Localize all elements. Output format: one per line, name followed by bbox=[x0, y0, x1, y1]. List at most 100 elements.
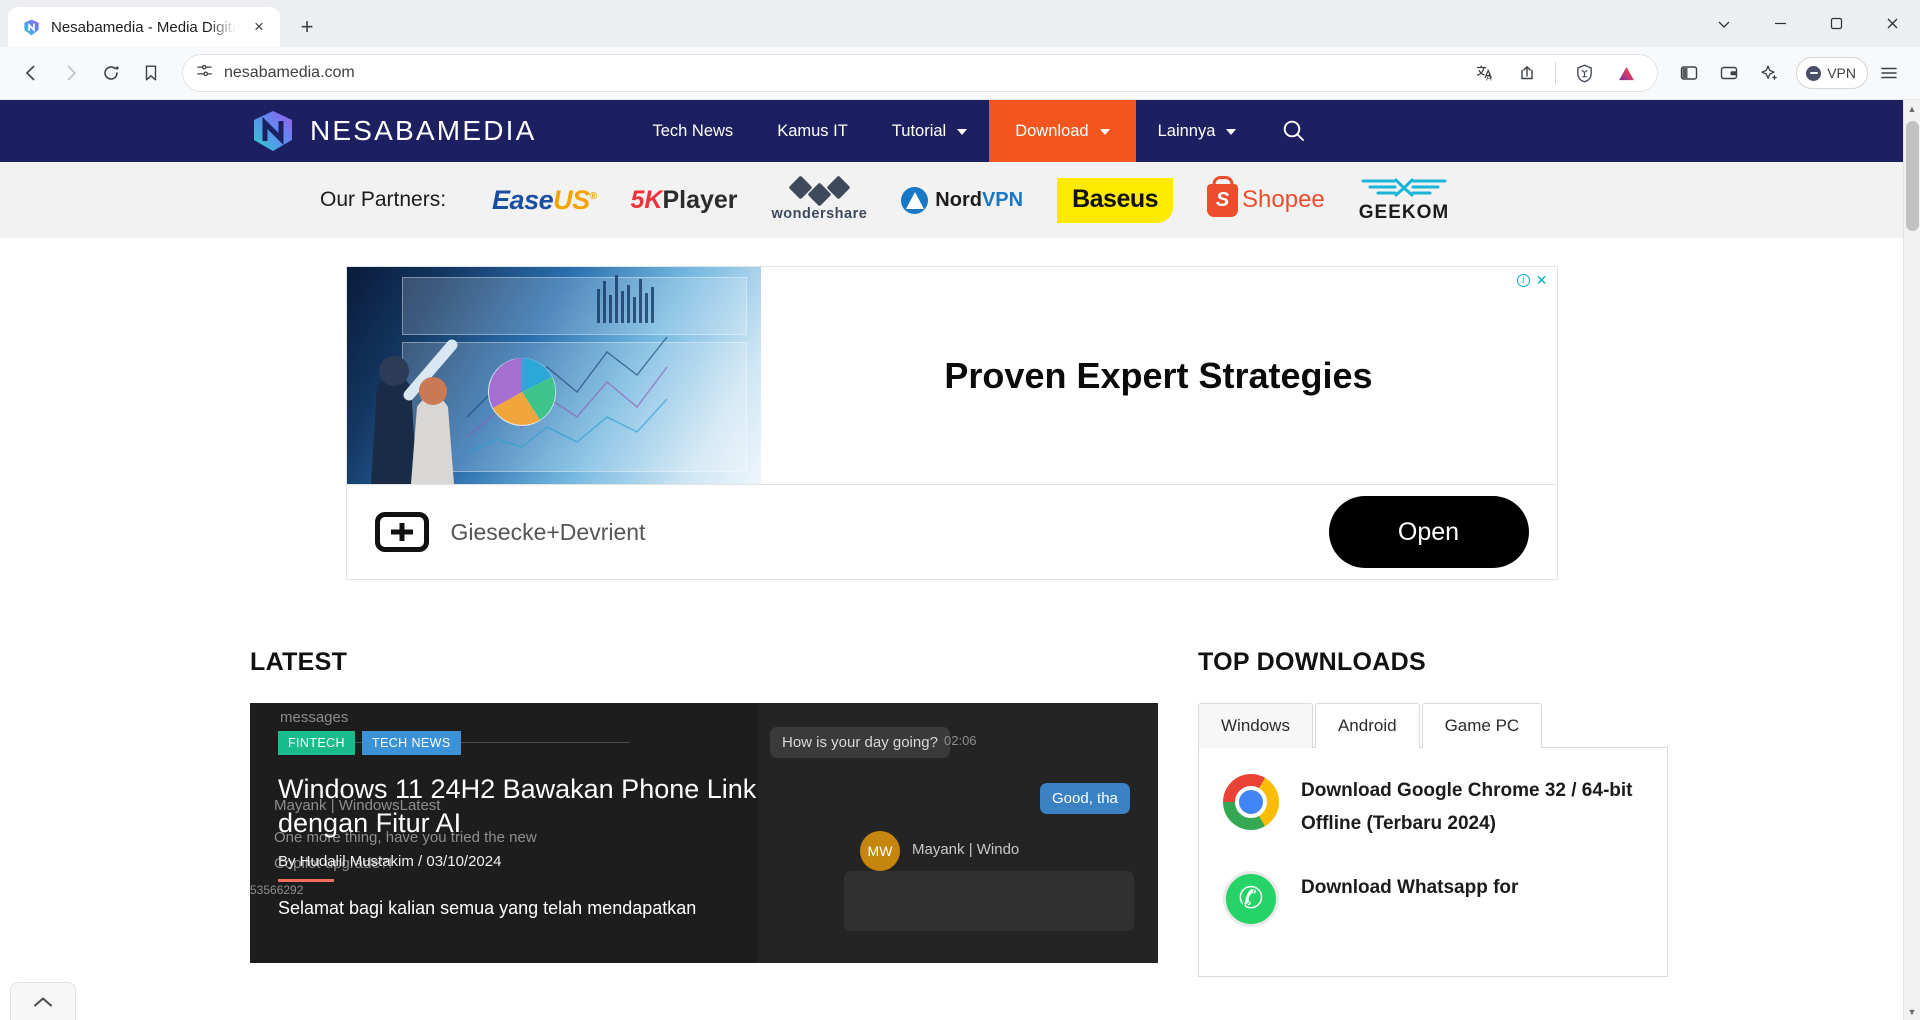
easeus-part-b: US bbox=[553, 184, 590, 215]
latest-heading: LATEST bbox=[250, 648, 348, 676]
wallet-icon[interactable] bbox=[1710, 54, 1748, 92]
omnibox-actions: A bbox=[1466, 54, 1645, 92]
scrollbar-thumb[interactable] bbox=[1905, 121, 1919, 231]
top-downloads-column: TOP DOWNLOADS Windows Android Game PC Do… bbox=[1198, 648, 1668, 977]
nord-part-a: Nord bbox=[935, 188, 982, 211]
tab-android[interactable]: Android bbox=[1314, 703, 1420, 748]
scrollbar-track[interactable] bbox=[1904, 117, 1920, 1003]
download-label[interactable]: Download Whatsapp for bbox=[1301, 871, 1518, 904]
hamburger-icon[interactable] bbox=[1870, 54, 1908, 92]
chevron-down-icon bbox=[1226, 129, 1237, 135]
ad-headline: Proven Expert Strategies bbox=[944, 354, 1373, 396]
sparkle-icon[interactable] bbox=[1750, 54, 1788, 92]
nav-label: Tech News bbox=[652, 121, 734, 140]
nav-item-download[interactable]: Download bbox=[989, 100, 1136, 162]
nav-item-tech-news[interactable]: Tech News bbox=[630, 100, 755, 162]
search-icon[interactable] bbox=[1258, 100, 1330, 162]
scroll-up-arrow[interactable]: ▲ bbox=[1904, 100, 1920, 117]
translate-icon[interactable]: A bbox=[1466, 54, 1504, 92]
wondershare-text: wondershare bbox=[771, 205, 868, 222]
byline-rule bbox=[278, 878, 334, 882]
partners-bar: Our Partners: EaseUS® 5KPlayer wondersha… bbox=[0, 162, 1903, 238]
tab-windows[interactable]: Windows bbox=[1198, 703, 1313, 748]
list-item[interactable]: ✆ Download Whatsapp for bbox=[1223, 870, 1643, 927]
download-list: Download Google Chrome 32 / 64-bit Offli… bbox=[1198, 747, 1668, 977]
tag-tech-news[interactable]: TECH NEWS bbox=[361, 731, 461, 755]
download-label[interactable]: Download Google Chrome 32 / 64-bit Offli… bbox=[1301, 774, 1643, 841]
back-button[interactable] bbox=[12, 54, 50, 92]
partner-logo-baseus[interactable]: Baseus bbox=[1057, 175, 1174, 225]
nav-label: Kamus IT bbox=[777, 121, 848, 140]
top-downloads-heading: TOP DOWNLOADS bbox=[1198, 648, 1426, 676]
vpn-button[interactable]: VPN bbox=[1796, 57, 1868, 89]
ad-open-button[interactable]: Open bbox=[1328, 496, 1529, 568]
nordvpn-mark-icon bbox=[901, 186, 929, 214]
address-bar[interactable]: nesabamedia.com A bbox=[182, 54, 1659, 92]
nord-part-b: VPN bbox=[981, 188, 1024, 211]
site-brand[interactable]: NESABAMEDIA bbox=[0, 100, 536, 162]
browser-toolbar: nesabamedia.com A VPN bbox=[0, 47, 1920, 100]
nav-label: Lainnya bbox=[1157, 121, 1216, 140]
share-icon[interactable] bbox=[1508, 54, 1546, 92]
bookmark-icon[interactable] bbox=[132, 54, 170, 92]
ad-top: Proven Expert Strategies bbox=[346, 267, 1557, 484]
minimize-group-button[interactable] bbox=[1696, 0, 1752, 47]
url-text[interactable]: nesabamedia.com bbox=[224, 64, 1456, 82]
partner-logo-nordvpn[interactable]: NordVPN bbox=[901, 175, 1023, 225]
sidebar-panel-icon[interactable] bbox=[1670, 54, 1708, 92]
tab-strip: Nesabamedia - Media Digital S × + bbox=[0, 0, 1920, 47]
divider bbox=[1555, 62, 1557, 84]
chevron-up-icon bbox=[34, 997, 52, 1006]
article-tags: FINTECH TECH NEWS bbox=[278, 731, 1130, 755]
article-excerpt: Selamat bagi kalian semua yang telah men… bbox=[278, 897, 697, 918]
partner-logo-easeus[interactable]: EaseUS® bbox=[492, 175, 597, 225]
partner-logo-5kplayer[interactable]: 5KPlayer bbox=[631, 175, 738, 225]
reload-button[interactable] bbox=[92, 54, 130, 92]
new-tab-button[interactable]: + bbox=[290, 10, 324, 44]
browser-tab[interactable]: Nesabamedia - Media Digital S × bbox=[8, 7, 280, 47]
shopee-text: Shopee bbox=[1242, 186, 1325, 213]
forward-button[interactable] bbox=[52, 54, 90, 92]
partner-logo-shopee[interactable]: S Shopee bbox=[1207, 175, 1325, 225]
nav-item-lainnya[interactable]: Lainnya bbox=[1136, 100, 1259, 162]
article-title[interactable]: Windows 11 24H2 Bawakan Phone Link denga… bbox=[278, 773, 818, 841]
tab-game-pc[interactable]: Game PC bbox=[1421, 703, 1543, 748]
ad-footer: Giesecke+Devrient Open bbox=[346, 484, 1557, 579]
registered-mark: ® bbox=[589, 190, 597, 202]
geekom-wings-icon bbox=[1360, 176, 1448, 200]
site-navigation: NESABAMEDIA Tech News Kamus IT Tutorial … bbox=[0, 100, 1903, 162]
whatsapp-icon: ✆ bbox=[1223, 870, 1279, 927]
baseus-text: Baseus bbox=[1057, 177, 1174, 223]
nav-item-kamus-it[interactable]: Kamus IT bbox=[755, 100, 870, 162]
list-item[interactable]: Download Google Chrome 32 / 64-bit Offli… bbox=[1223, 774, 1643, 841]
scroll-down-arrow[interactable]: ▼ bbox=[1904, 1003, 1920, 1020]
partner-logo-geekom[interactable]: GEEKOM bbox=[1359, 175, 1449, 225]
nav-item-tutorial[interactable]: Tutorial bbox=[870, 100, 989, 162]
tag-fintech[interactable]: FINTECH bbox=[278, 731, 355, 755]
ad-info-icon[interactable]: i bbox=[1516, 273, 1530, 287]
advertisement[interactable]: i ✕ Proven Expert Strategies Giesecke+De… bbox=[345, 266, 1558, 580]
article-overlay: FINTECH TECH NEWS Windows 11 24H2 Bawaka… bbox=[250, 703, 1158, 963]
vpn-status-icon bbox=[1806, 65, 1822, 81]
minimize-button[interactable] bbox=[1752, 0, 1808, 47]
ad-image bbox=[346, 267, 761, 484]
maximize-button[interactable] bbox=[1808, 0, 1864, 47]
close-icon[interactable]: × bbox=[246, 14, 272, 40]
vpn-label: VPN bbox=[1827, 65, 1856, 81]
nav-label: Download bbox=[1015, 121, 1089, 140]
giesecke-devrient-logo-icon bbox=[374, 512, 429, 552]
close-window-button[interactable] bbox=[1864, 0, 1920, 47]
back-to-top-button[interactable] bbox=[10, 982, 76, 1020]
nesabamedia-logo-icon bbox=[250, 109, 296, 153]
latest-column: LATEST messages How is your day going? G… bbox=[250, 648, 1158, 963]
chevron-down-icon bbox=[1099, 129, 1110, 135]
tune-icon[interactable] bbox=[195, 61, 214, 85]
brave-triangle-icon[interactable] bbox=[1607, 54, 1645, 92]
article-card[interactable]: messages How is your day going? Good, th… bbox=[250, 703, 1158, 963]
brand-name: NESABAMEDIA bbox=[310, 115, 537, 146]
page-scrollbar[interactable]: ▲ ▼ bbox=[1903, 100, 1920, 1020]
brave-lion-icon[interactable] bbox=[1565, 54, 1603, 92]
ad-close-icon[interactable]: ✕ bbox=[1536, 273, 1548, 287]
partner-logo-wondershare[interactable]: wondershare bbox=[771, 174, 868, 225]
web-page: NESABAMEDIA Tech News Kamus IT Tutorial … bbox=[0, 100, 1903, 1020]
